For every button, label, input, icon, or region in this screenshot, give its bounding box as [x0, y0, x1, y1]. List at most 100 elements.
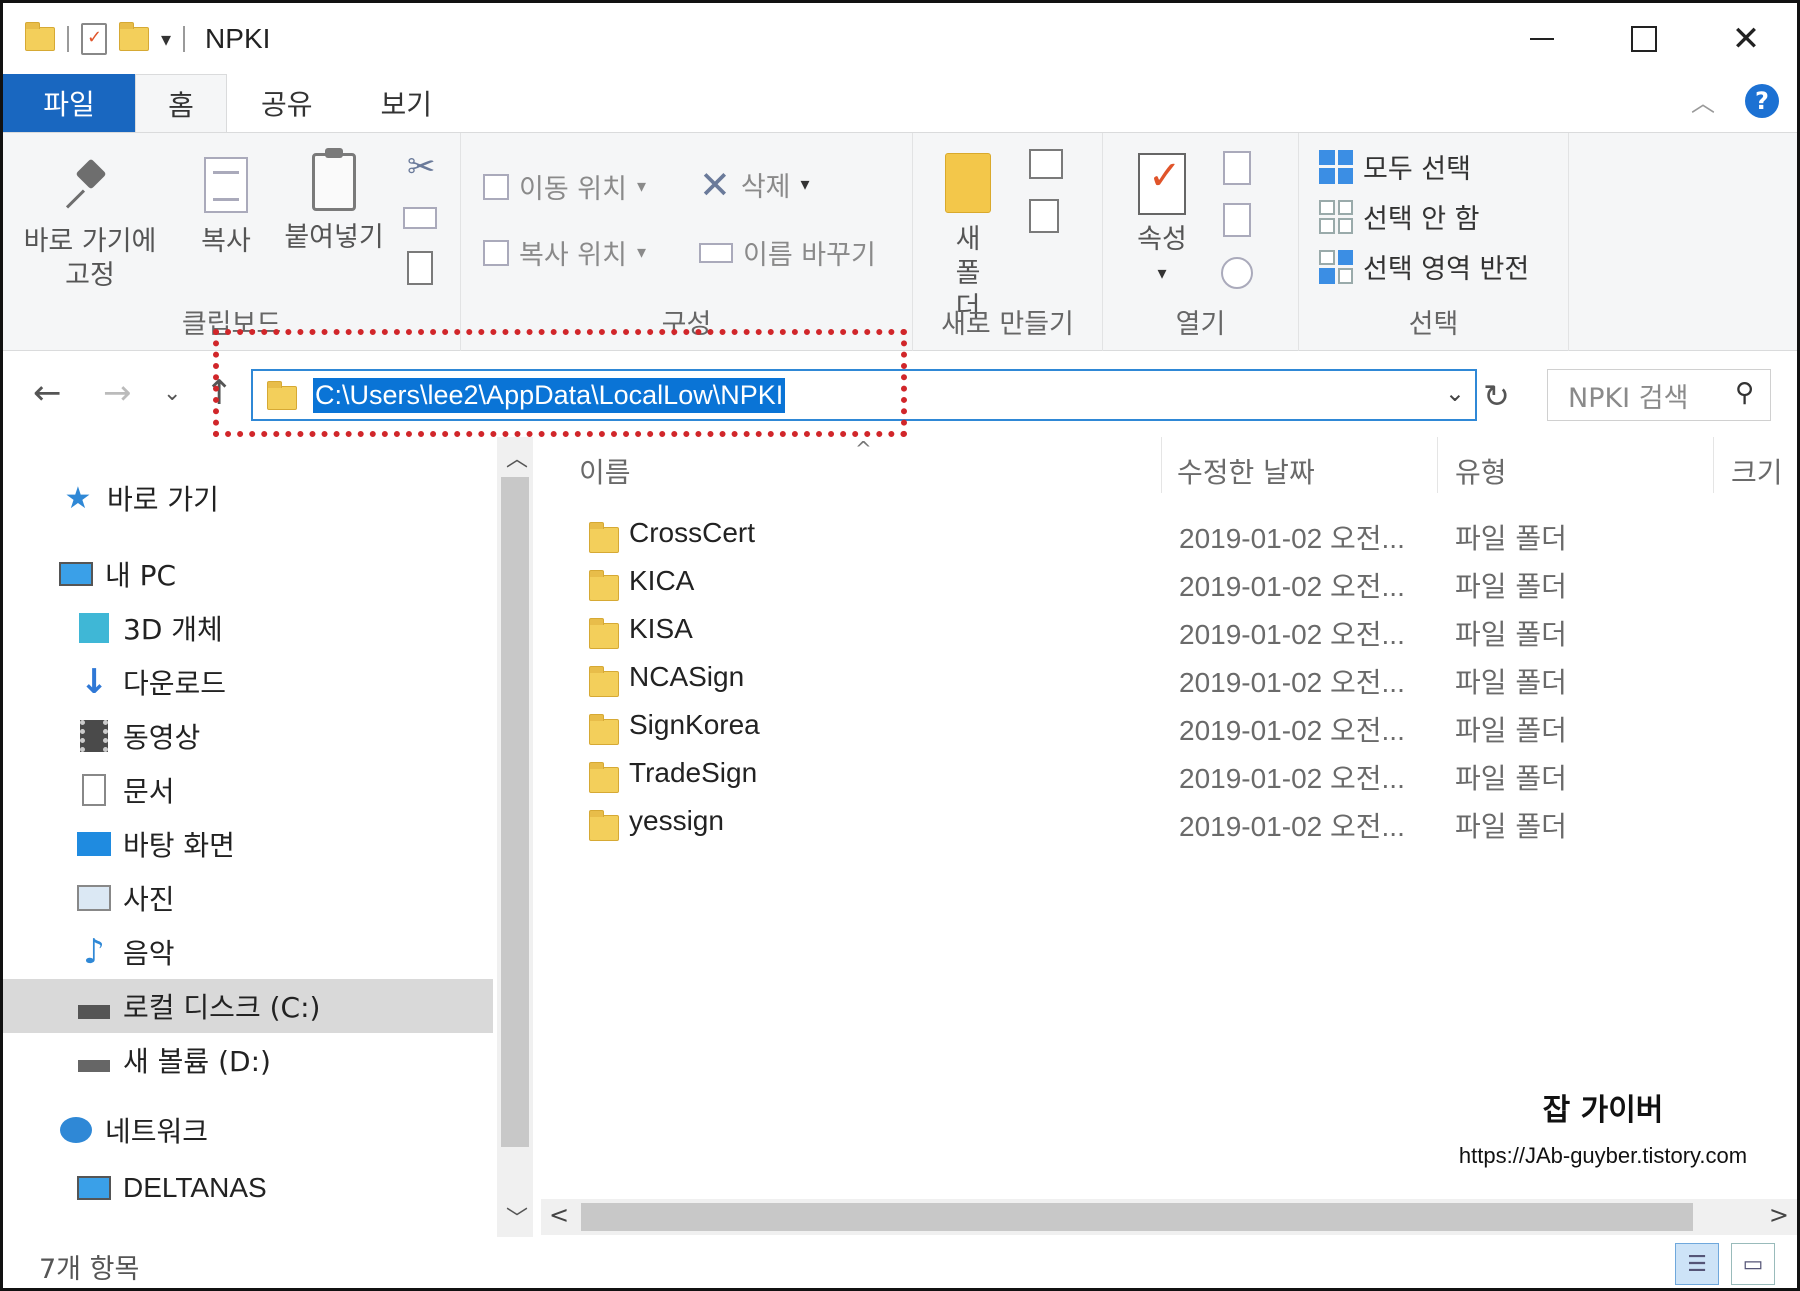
- sidebar-item-network[interactable]: 네트워크: [3, 1103, 493, 1157]
- sidebar-item-music[interactable]: ♪ 음악: [3, 925, 493, 979]
- properties-icon[interactable]: [81, 23, 107, 55]
- easy-access-icon[interactable]: [1029, 199, 1059, 233]
- close-button[interactable]: ✕: [1695, 3, 1797, 75]
- download-icon: ↓: [79, 662, 109, 702]
- chevron-down-icon[interactable]: ﹀: [506, 1201, 528, 1233]
- history-icon[interactable]: [1221, 257, 1253, 289]
- collapse-ribbon-icon[interactable]: ︿: [1691, 83, 1715, 118]
- file-row[interactable]: yessign 2019-01-02 오전... 파일 폴더: [543, 797, 1799, 845]
- organize-group: 이동 위치 ▾ 복사 위치 ▾ ✕ 삭제 ▾ 이름 바꾸기 구성: [461, 133, 913, 351]
- folder-icon: [589, 810, 619, 841]
- search-input[interactable]: NPKI 검색 ⚲: [1547, 369, 1771, 421]
- sidebar-scrollbar[interactable]: ︿ ﹀: [497, 437, 533, 1237]
- chevron-down-icon[interactable]: ▾: [161, 27, 171, 51]
- file-row[interactable]: TradeSign 2019-01-02 오전... 파일 폴더: [543, 749, 1799, 797]
- delete-button[interactable]: ✕ 삭제 ▾: [699, 165, 810, 204]
- column-divider[interactable]: [1713, 437, 1714, 493]
- copy-to-button[interactable]: 복사 위치 ▾: [483, 233, 646, 272]
- chevron-right-icon[interactable]: >: [1769, 1201, 1789, 1229]
- sidebar-item-volume-d[interactable]: 새 볼륨 (D:): [3, 1033, 493, 1087]
- file-type: 파일 폴더: [1455, 810, 1567, 843]
- copy-path-icon[interactable]: [403, 207, 437, 229]
- file-row[interactable]: CrossCert 2019-01-02 오전... 파일 폴더: [543, 509, 1799, 557]
- column-header-size[interactable]: 크기: [1731, 451, 1783, 491]
- file-row[interactable]: KISA 2019-01-02 오전... 파일 폴더: [543, 605, 1799, 653]
- search-icon[interactable]: ⚲: [1735, 378, 1754, 408]
- sidebar-item-desktop[interactable]: 바탕 화면: [3, 817, 493, 871]
- help-icon[interactable]: ?: [1745, 83, 1779, 118]
- file-row[interactable]: SignKorea 2019-01-02 오전... 파일 폴더: [543, 701, 1799, 749]
- file-modified: 2019-01-02 오전...: [1179, 763, 1405, 794]
- file-type: 파일 폴더: [1455, 618, 1567, 651]
- column-header-modified[interactable]: 수정한 날짜: [1177, 451, 1315, 491]
- maximize-button[interactable]: [1593, 3, 1695, 75]
- select-none-icon: [1319, 199, 1353, 234]
- sidebar-item-this-pc[interactable]: 내 PC: [3, 547, 493, 601]
- drive-icon: [77, 991, 111, 1021]
- details-view-button[interactable]: ☰: [1675, 1243, 1719, 1285]
- forward-arrow-icon[interactable]: →: [103, 373, 132, 413]
- column-header-type[interactable]: 유형: [1455, 451, 1507, 491]
- tab-share[interactable]: 공유: [227, 74, 347, 132]
- select-none-button[interactable]: 선택 안 함: [1319, 197, 1480, 236]
- group-label: 열기: [1175, 309, 1226, 340]
- title-bar: ▾ NPKI ✕: [3, 3, 1797, 75]
- file-modified: 2019-01-02 오전...: [1179, 811, 1405, 842]
- tab-home[interactable]: 홈: [135, 74, 227, 132]
- invert-selection-button[interactable]: 선택 영역 반전: [1319, 247, 1529, 286]
- delete-label: 삭제: [740, 172, 791, 203]
- chevron-down-icon[interactable]: ⌄: [1445, 379, 1465, 407]
- sidebar-item-label: 새 볼륨 (D:): [123, 1045, 271, 1078]
- file-modified: 2019-01-02 오전...: [1179, 667, 1405, 698]
- column-divider[interactable]: [1161, 437, 1162, 493]
- file-row[interactable]: KICA 2019-01-02 오전... 파일 폴더: [543, 557, 1799, 605]
- sidebar-item-local-disk-c[interactable]: 로컬 디스크 (C:): [3, 979, 493, 1033]
- scrollbar-thumb[interactable]: [501, 477, 529, 1147]
- column-header-name[interactable]: 이름: [579, 451, 631, 491]
- minimize-button[interactable]: [1491, 3, 1593, 75]
- file-list-scrollbar[interactable]: < >: [541, 1199, 1797, 1235]
- clipboard-icon: [312, 148, 356, 211]
- large-icons-view-button[interactable]: ▭: [1731, 1243, 1775, 1285]
- column-divider[interactable]: [1437, 437, 1438, 493]
- sidebar-item-deltanas[interactable]: DELTANAS: [3, 1161, 493, 1215]
- sidebar-item-label: 음악: [123, 937, 175, 970]
- maximize-icon: [1631, 26, 1657, 52]
- sidebar-item-quick-access[interactable]: ★ 바로 가기: [3, 471, 493, 525]
- rename-button[interactable]: 이름 바꾸기: [699, 233, 876, 272]
- chevron-left-icon[interactable]: <: [549, 1201, 569, 1229]
- back-arrow-icon[interactable]: ←: [33, 373, 62, 413]
- tab-file[interactable]: 파일: [3, 74, 135, 132]
- computer-icon: [59, 559, 93, 589]
- chevron-up-icon[interactable]: ︿: [506, 441, 528, 473]
- paste-button[interactable]: 붙여넣기: [279, 148, 389, 255]
- sidebar-item-pictures[interactable]: 사진: [3, 871, 493, 925]
- film-icon: [77, 720, 111, 752]
- paste-shortcut-icon[interactable]: [407, 251, 433, 285]
- move-to-button[interactable]: 이동 위치 ▾: [483, 167, 646, 206]
- file-row[interactable]: NCASign 2019-01-02 오전... 파일 폴더: [543, 653, 1799, 701]
- drive-icon: [77, 1045, 111, 1075]
- open-icon[interactable]: [1223, 151, 1251, 185]
- sidebar-item-downloads[interactable]: ↓ 다운로드: [3, 655, 493, 709]
- file-modified: 2019-01-02 오전...: [1179, 715, 1405, 746]
- sidebar-item-documents[interactable]: 문서: [3, 763, 493, 817]
- properties-button[interactable]: 속성 ▾: [1127, 153, 1197, 291]
- move-to-label: 이동 위치: [519, 174, 627, 205]
- recent-locations-icon[interactable]: ⌄: [163, 381, 181, 406]
- sidebar-item-3d-objects[interactable]: 3D 개체: [3, 601, 493, 655]
- watermark-url: https://JAb-guyber.tistory.com: [1458, 1143, 1748, 1168]
- new-item-icon[interactable]: [1029, 149, 1063, 179]
- tab-view[interactable]: 보기: [347, 74, 467, 132]
- cut-icon[interactable]: ✂: [407, 147, 436, 187]
- new-folder-icon[interactable]: [119, 22, 149, 51]
- scrollbar-thumb[interactable]: [581, 1203, 1693, 1231]
- sidebar-item-videos[interactable]: 동영상: [3, 709, 493, 763]
- refresh-icon[interactable]: ↻: [1483, 377, 1510, 415]
- new-folder-button[interactable]: 새 폴더: [935, 153, 1001, 325]
- select-all-button[interactable]: 모두 선택: [1319, 147, 1471, 186]
- file-name: KISA: [629, 613, 693, 644]
- copy-button[interactable]: 복사: [191, 157, 261, 259]
- edit-icon[interactable]: [1223, 203, 1251, 237]
- pin-button[interactable]: 바로 가기에 고정: [23, 157, 157, 293]
